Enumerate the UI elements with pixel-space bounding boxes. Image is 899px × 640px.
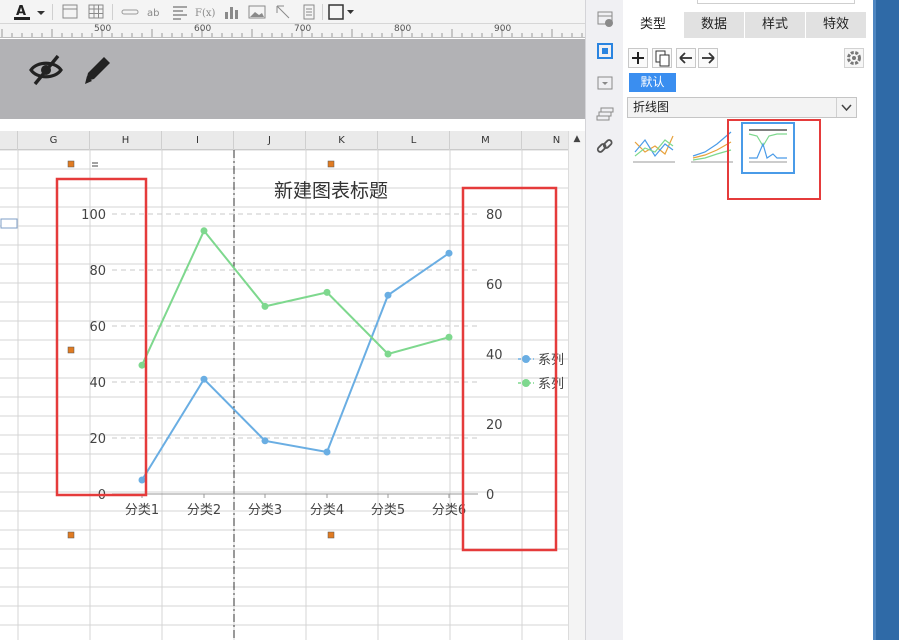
ruler-label: 600 — [194, 24, 212, 34]
selection-handle — [327, 531, 335, 539]
y-left-tick-label: 40 — [89, 376, 106, 391]
dropdown-widget-icon[interactable] — [596, 74, 614, 92]
spreadsheet-area[interactable]: G H I J K L M N 新建图表标题 0 20 40 60 80 100 0 20 40 6… — [0, 119, 585, 640]
data-point — [261, 302, 269, 310]
chart-edit-band — [0, 39, 585, 119]
data-point — [138, 476, 146, 484]
x-tick-label: 分类5 — [371, 503, 405, 518]
y-right-tick-label: 80 — [486, 208, 503, 223]
scroll-up-icon[interactable]: ▲ — [571, 133, 583, 145]
series-line — [141, 228, 450, 366]
arrow-left-icon[interactable] — [676, 48, 696, 68]
copy-icon[interactable] — [652, 48, 672, 68]
border-icon[interactable] — [327, 3, 355, 20]
add-icon[interactable] — [628, 48, 648, 68]
data-point — [445, 333, 453, 341]
tab-type[interactable]: 类型 — [623, 12, 684, 38]
chart-type-select-value: 折线图 — [633, 100, 670, 114]
default-style-badge[interactable]: 默认 — [629, 73, 676, 92]
chart-title: 新建图表标题 — [274, 180, 388, 202]
y-left-tick-label: 80 — [89, 264, 106, 279]
data-point — [323, 288, 331, 296]
y-right-tick-label: 20 — [486, 418, 503, 433]
dropdown-arrow-icon[interactable] — [36, 3, 46, 20]
series-line — [141, 252, 450, 481]
stacked-form-icon[interactable] — [596, 106, 614, 124]
legend-label: 系列 — [538, 353, 564, 368]
tab-data[interactable]: 数据 — [684, 12, 745, 38]
data-point — [384, 291, 392, 299]
tab-effects[interactable]: 特效 — [806, 12, 867, 38]
table-icon[interactable] — [86, 3, 106, 20]
image-icon[interactable] — [247, 3, 267, 20]
gear-icon[interactable] — [844, 48, 864, 68]
data-point — [445, 249, 453, 257]
align-icon[interactable] — [170, 3, 190, 20]
hide-eye-icon[interactable] — [28, 53, 64, 87]
line-chart-thumb[interactable] — [627, 122, 681, 174]
ruler: 500 600 700 800 900 — [0, 24, 585, 38]
data-point — [323, 448, 331, 456]
chevron-down-icon[interactable] — [836, 98, 856, 117]
panel-top-field[interactable] — [697, 0, 855, 4]
chart-icon[interactable] — [222, 3, 242, 20]
highlight-box — [727, 119, 821, 200]
merge-cells-icon[interactable] — [60, 3, 80, 20]
x-tick-label: 分类6 — [432, 503, 466, 518]
x-tick-label: 分类4 — [310, 503, 344, 518]
vertical-scrollbar[interactable] — [568, 131, 585, 640]
svg-text:ab: ab — [147, 8, 159, 19]
cell-properties-icon[interactable] — [596, 10, 614, 28]
side-icon-bar — [585, 0, 623, 640]
data-point — [261, 437, 269, 445]
y-right-tick-label: 40 — [486, 348, 503, 363]
pencil-edit-icon[interactable] — [82, 53, 114, 87]
hyperlink-icon[interactable] — [596, 138, 614, 156]
ruler-label: 900 — [494, 24, 512, 34]
y-right-tick-label: 0 — [486, 488, 494, 503]
selection-handle — [67, 531, 75, 539]
panel-tabs: 类型 数据 样式 特效 — [623, 12, 873, 38]
ruler-label: 500 — [94, 24, 112, 34]
toolbar: A ab F(x) — [0, 0, 585, 24]
ruler-label: 700 — [294, 24, 312, 34]
link-icon[interactable] — [120, 3, 140, 20]
y-right-tick-label: 60 — [486, 278, 503, 293]
x-tick-label: 分类1 — [125, 503, 159, 518]
selection-handle — [67, 346, 75, 354]
legend-label: 系列 — [538, 377, 564, 392]
selection-handle — [67, 160, 75, 168]
legend-marker — [522, 379, 530, 387]
svg-text:A: A — [16, 4, 26, 19]
data-point — [138, 361, 146, 369]
window-edge — [873, 0, 899, 640]
x-tick-label: 分类3 — [248, 503, 282, 518]
chart-type-select[interactable]: 折线图 — [627, 97, 857, 118]
chart-properties-icon[interactable] — [596, 42, 614, 60]
x-tick-label: 分类2 — [187, 503, 221, 518]
font-color-icon[interactable]: A — [12, 3, 34, 20]
data-point — [200, 227, 208, 235]
y-left-tick-label: 100 — [81, 208, 106, 223]
formula-icon[interactable]: F(x) — [194, 3, 218, 20]
data-point — [384, 350, 392, 358]
arrow-right-icon[interactable] — [698, 48, 718, 68]
tab-style[interactable]: 样式 — [745, 12, 806, 38]
selection-handle — [327, 160, 335, 168]
line-chart[interactable]: 新建图表标题020406080100020406080分类1 分类2 分类3 分类4 分… — [0, 119, 568, 640]
chart-property-panel: 类型 数据 样式 特效 默认 折线图 — [623, 0, 873, 640]
document-icon[interactable] — [299, 3, 319, 20]
ab-text-icon[interactable]: ab — [145, 3, 165, 20]
legend-marker — [522, 355, 530, 363]
svg-text:F(x): F(x) — [195, 8, 215, 19]
ruler-label: 800 — [394, 24, 412, 34]
y-left-tick-label: 60 — [89, 320, 106, 335]
right-axis-highlight-box — [461, 186, 558, 552]
y-left-tick-label: 20 — [89, 432, 106, 447]
data-point — [200, 375, 208, 383]
cell-comment-marker — [0, 218, 18, 229]
pointer-icon[interactable] — [273, 3, 293, 20]
